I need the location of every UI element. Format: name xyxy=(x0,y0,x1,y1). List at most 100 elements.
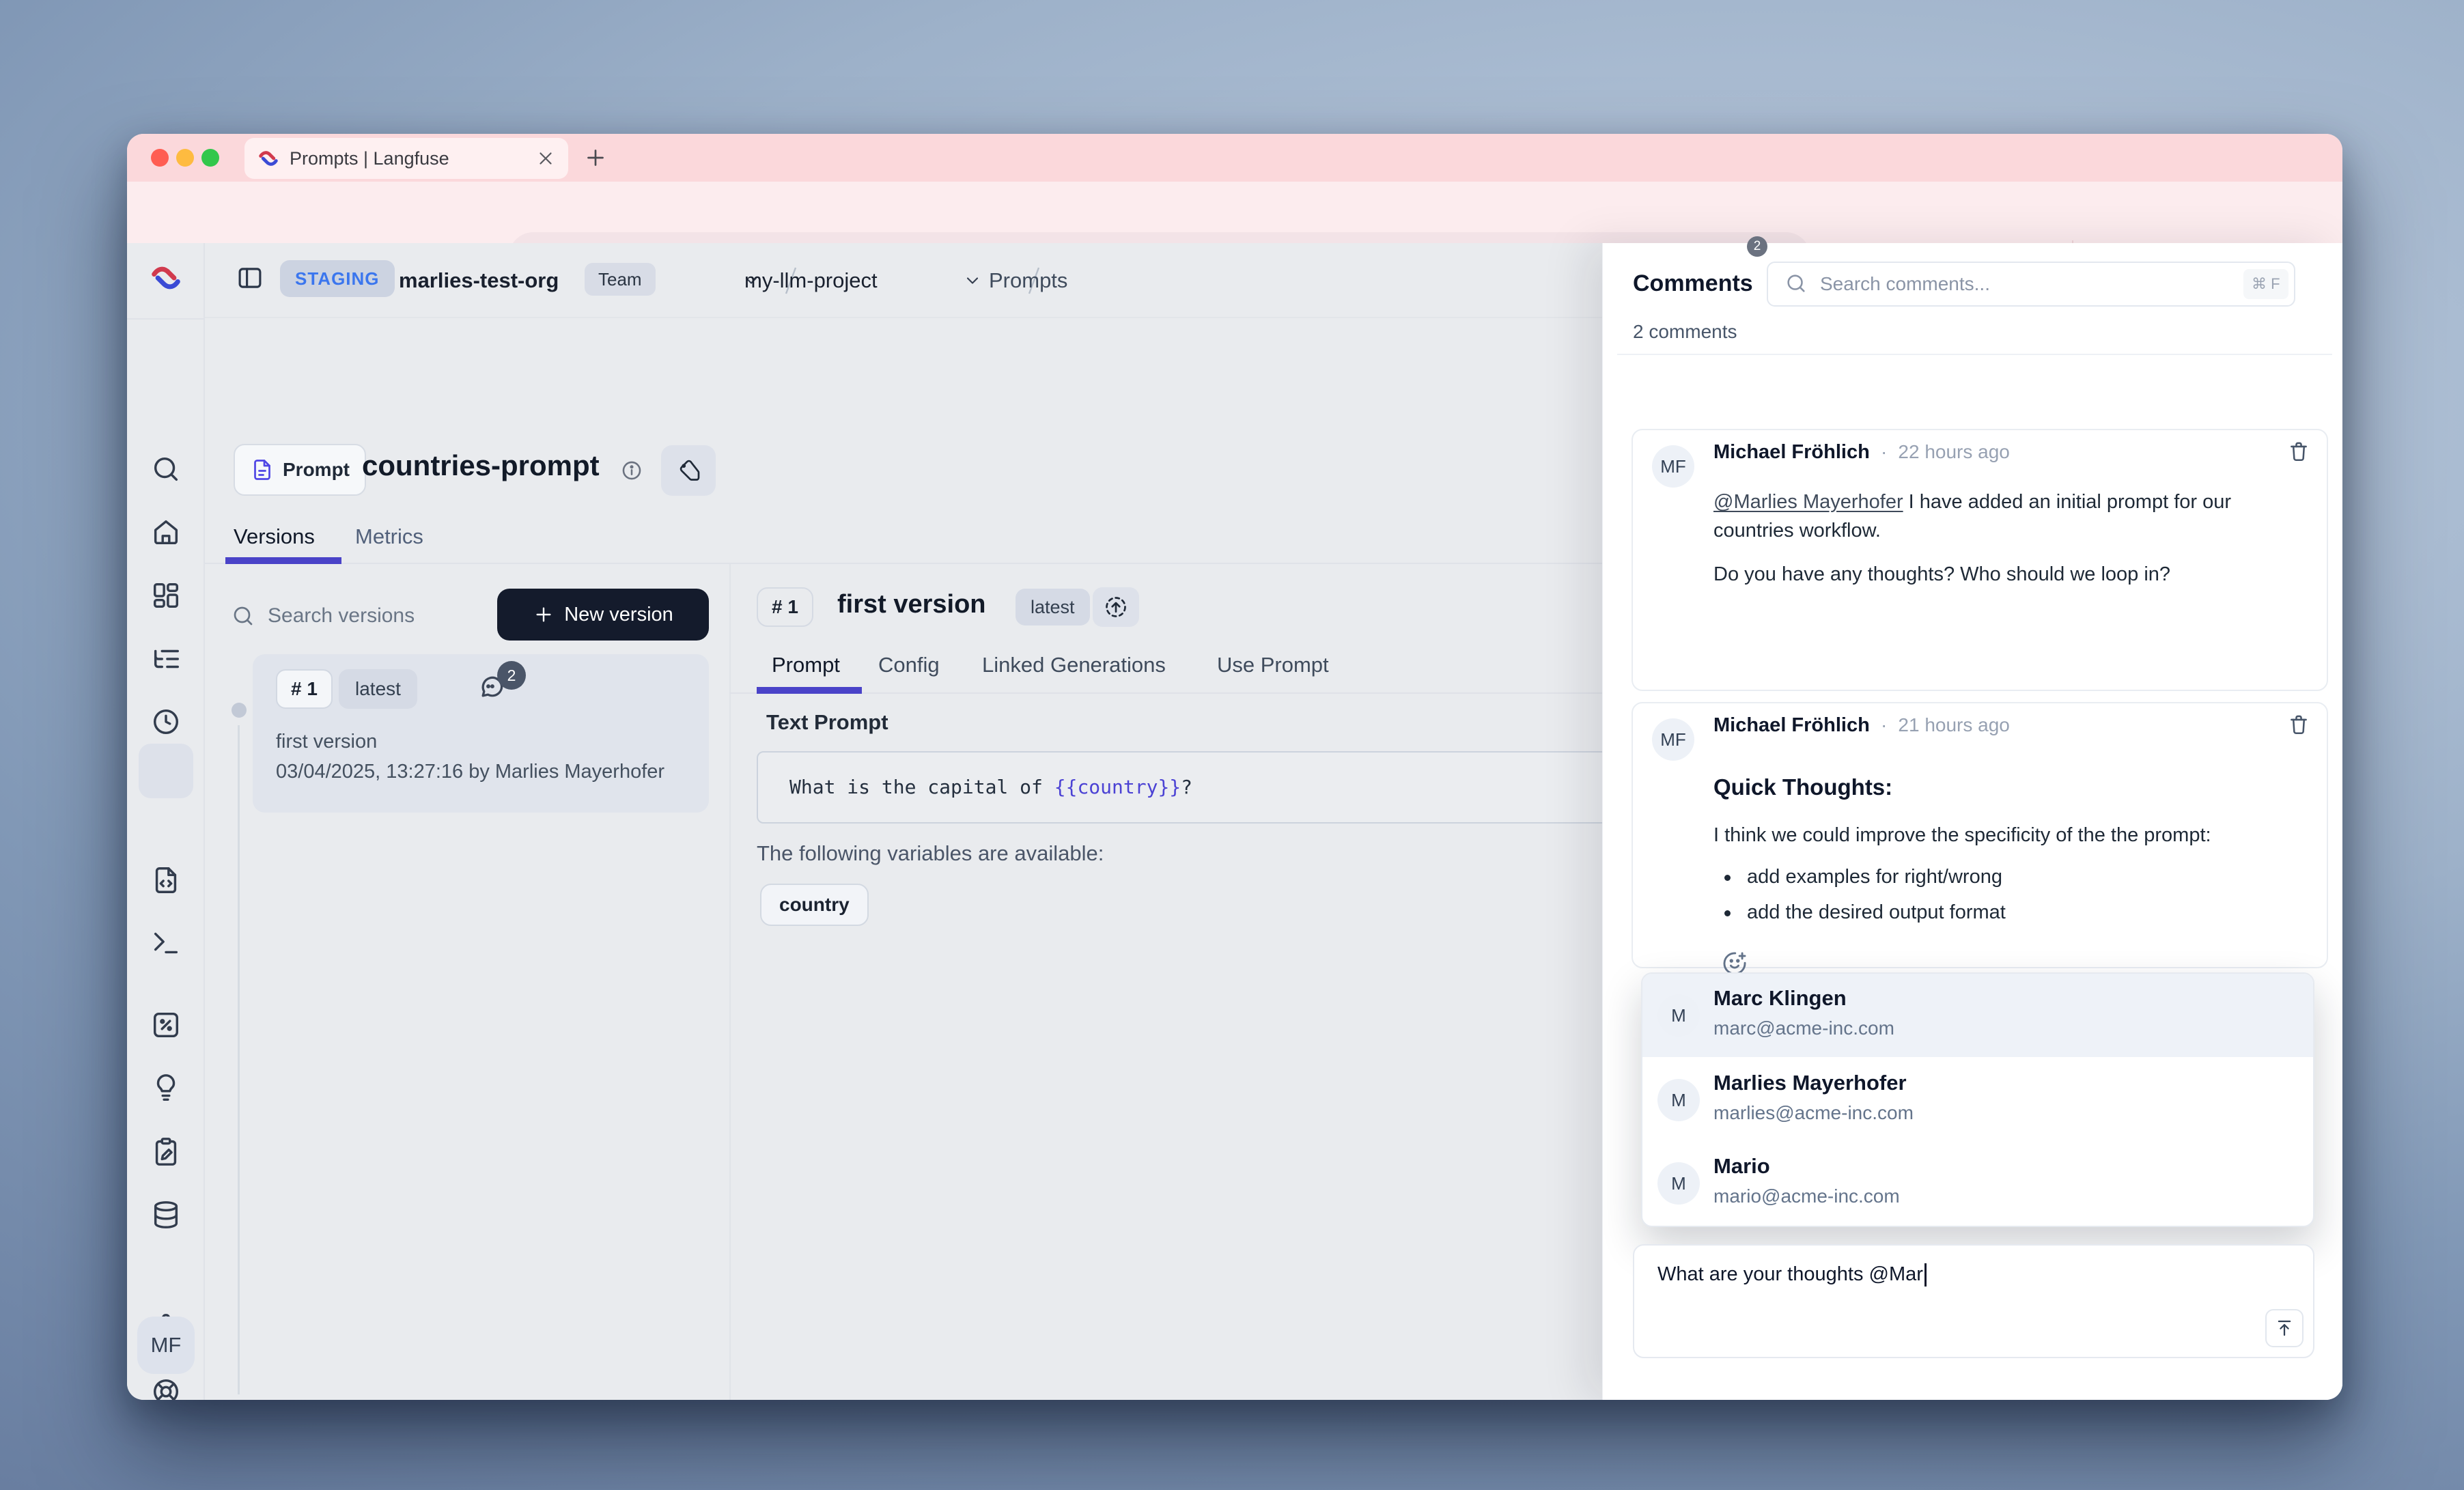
author-name: Michael Fröhlich xyxy=(1713,441,1870,463)
variable-pill: country xyxy=(760,884,869,926)
prompts-icon[interactable] xyxy=(150,865,182,896)
latest-badge: latest xyxy=(339,669,417,709)
plus-icon xyxy=(533,604,555,625)
version-number-badge: # 1 xyxy=(276,669,333,709)
bullet-item: add examples for right/wrong xyxy=(1724,866,2002,888)
new-version-label: New version xyxy=(564,604,673,626)
search-versions-input[interactable]: Search versions xyxy=(268,590,415,642)
column-divider xyxy=(729,564,731,1400)
bullet-text: add the desired output format xyxy=(1747,901,2006,923)
rail-divider xyxy=(127,318,205,320)
annotation-clipboard-icon[interactable] xyxy=(150,1136,182,1167)
detail-version-number: # 1 xyxy=(757,587,813,627)
browser-tab-strip: Prompts | Langfuse xyxy=(127,134,2342,182)
close-window-button[interactable] xyxy=(151,149,169,167)
mention-name: Mario xyxy=(1713,1154,1770,1179)
comments-drawer: Comments Search comments... ⌘ F 2 commen… xyxy=(1602,243,2342,1400)
prompt-type-label: Prompt xyxy=(283,459,350,481)
send-arrow-icon xyxy=(2274,1318,2295,1338)
comment-item: MF Michael Fröhlich · 21 hours ago Quick… xyxy=(1632,702,2328,968)
active-tab-underline xyxy=(225,557,341,564)
avatar: M xyxy=(1657,994,1700,1037)
timeline-line xyxy=(238,725,240,1394)
dashboards-icon[interactable] xyxy=(150,580,182,611)
submit-comment-button[interactable] xyxy=(2265,1309,2304,1347)
scores-icon[interactable] xyxy=(150,1009,182,1041)
team-badge: Team xyxy=(585,263,656,296)
tag-button[interactable] xyxy=(661,445,716,496)
comment-input[interactable]: What are your thoughts @Mar xyxy=(1633,1244,2314,1358)
tab-versions[interactable]: Versions xyxy=(234,524,315,549)
bullet-dot xyxy=(1724,910,1731,916)
tab-prompt[interactable]: Prompt xyxy=(772,653,840,677)
code-text: ? xyxy=(1181,776,1192,798)
dot-separator: · xyxy=(1881,714,1887,735)
breadcrumb-project[interactable]: my-llm-project xyxy=(744,243,878,318)
home-icon[interactable] xyxy=(150,517,182,548)
browser-toolbar: staging.langfuse.com/project/cm22fk0w700… xyxy=(127,182,2342,243)
new-tab-button[interactable] xyxy=(583,145,608,170)
breadcrumb-org[interactable]: marlies-test-org xyxy=(399,243,559,318)
detail-version-name: first version xyxy=(837,590,986,619)
comment-author: Michael Fröhlich · 22 hours ago xyxy=(1713,441,2010,464)
promote-version-button[interactable] xyxy=(1093,587,1139,627)
page-title: countries-prompt xyxy=(362,449,600,482)
tab-linked-generations[interactable]: Linked Generations xyxy=(982,653,1166,677)
avatar: MF xyxy=(1652,718,1694,761)
mention-email: marc@acme-inc.com xyxy=(1713,1017,1894,1039)
input-text: What are your thoughts @Mar xyxy=(1657,1263,1923,1285)
mention-option-mario[interactable]: M Mario mario@acme-inc.com xyxy=(1642,1142,2313,1225)
tab-metrics[interactable]: Metrics xyxy=(355,524,423,549)
code-text: What is the capital of xyxy=(789,776,1054,798)
code-variable: {{country}} xyxy=(1054,776,1181,798)
maximize-window-button[interactable] xyxy=(201,149,219,167)
delete-comment-icon[interactable] xyxy=(2287,713,2310,736)
app-content: MF STAGING marlies-test-org Team my-llm-… xyxy=(127,243,2342,1400)
comment-count-badge: 2 xyxy=(497,661,526,690)
prompt-code-text: What is the capital of {{country}}? xyxy=(789,751,1192,824)
browser-tab[interactable]: Prompts | Langfuse xyxy=(244,138,568,179)
evals-lightbulb-icon[interactable] xyxy=(150,1073,182,1104)
minimize-window-button[interactable] xyxy=(176,149,194,167)
divider xyxy=(1617,354,2332,355)
avatar: M xyxy=(1657,1162,1700,1205)
avatar: MF xyxy=(1652,445,1694,488)
detail-active-tab-underline xyxy=(757,687,862,694)
playground-terminal-icon[interactable] xyxy=(150,927,182,959)
datasets-database-icon[interactable] xyxy=(150,1199,182,1231)
delete-comment-icon[interactable] xyxy=(2287,440,2310,463)
mention-name: Marc Klingen xyxy=(1713,986,1847,1011)
panel-toggle-icon[interactable] xyxy=(236,264,264,292)
mention-link[interactable]: @Marlies Mayerhofer xyxy=(1713,491,1903,513)
shortcut-badge: ⌘ F xyxy=(2243,269,2288,299)
version-list-item[interactable]: # 1 latest 2 first version 03/04/2025, 1… xyxy=(253,654,709,813)
comment-heading: Quick Thoughts: xyxy=(1713,774,1892,800)
chevron-down-icon[interactable] xyxy=(963,271,982,290)
info-icon[interactable] xyxy=(620,459,643,482)
sidebar-rail: MF xyxy=(127,243,205,1400)
tab-config[interactable]: Config xyxy=(878,653,940,677)
tracing-icon[interactable] xyxy=(150,643,182,675)
mention-option-marc[interactable]: M Marc Klingen marc@acme-inc.com xyxy=(1642,974,2313,1057)
search-icon[interactable] xyxy=(150,453,182,485)
search-comments-placeholder: Search comments... xyxy=(1820,262,1990,307)
mention-email: marlies@acme-inc.com xyxy=(1713,1102,1914,1124)
user-avatar[interactable]: MF xyxy=(137,1317,195,1374)
tab-use-prompt[interactable]: Use Prompt xyxy=(1217,653,1329,677)
promote-arrow-icon xyxy=(1104,595,1128,619)
comments-count: 2 comments xyxy=(1633,321,1737,343)
new-version-button[interactable]: New version xyxy=(497,589,709,641)
sessions-clock-icon[interactable] xyxy=(150,706,182,737)
comments-title: Comments xyxy=(1633,270,1753,297)
bullet-item: add the desired output format xyxy=(1724,901,2006,924)
dot-separator: · xyxy=(1881,441,1887,462)
environment-badge: STAGING xyxy=(280,260,395,297)
mention-option-marlies[interactable]: M Marlies Mayerhofer marlies@acme-inc.co… xyxy=(1642,1058,2313,1142)
comment-item: MF Michael Fröhlich · 22 hours ago @Marl… xyxy=(1632,429,2328,691)
langfuse-logo[interactable] xyxy=(148,260,184,296)
comment-author: Michael Fröhlich · 21 hours ago xyxy=(1713,714,2010,737)
mention-name: Marlies Mayerhofer xyxy=(1713,1071,1907,1095)
close-tab-icon[interactable] xyxy=(535,148,556,169)
desktop-background: Prompts | Langfuse staging.langfuse.com/… xyxy=(0,0,2464,1490)
support-lifebuoy-icon[interactable] xyxy=(150,1376,182,1400)
